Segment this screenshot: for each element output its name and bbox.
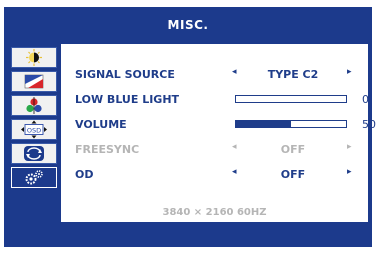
resolution-status: 3840 × 2160 60HZ xyxy=(162,207,267,218)
reset-icon xyxy=(24,146,44,161)
volume-row[interactable]: VOLUME 50 xyxy=(75,114,376,134)
category-sidebar: OSD xyxy=(7,44,61,222)
freesync-label: FREESYNC xyxy=(75,143,140,156)
volume-slider[interactable] xyxy=(235,120,347,128)
volume-value: 50 xyxy=(362,118,376,131)
menu-panel: OSD SIGNAL SOURCE ◂ TYPE C2 ▸ LOW BLUE L… xyxy=(7,44,376,222)
signal-source-label: SIGNAL SOURCE xyxy=(75,68,175,81)
low-blue-light-label: LOW BLUE LIGHT xyxy=(75,93,180,106)
osd-menu: MISC. OSD SIGNAL SOURCE ◂ TYPE C2 ▸ LOW … xyxy=(4,7,376,247)
low-blue-light-value: 0 xyxy=(362,93,369,106)
right-arrow-icon: ▸ xyxy=(347,142,352,152)
left-arrow-icon: ◂ xyxy=(232,142,237,152)
category-color[interactable] xyxy=(11,71,57,92)
volume-fill xyxy=(236,121,291,127)
volume-label: VOLUME xyxy=(75,118,127,131)
od-label: OD xyxy=(75,168,94,181)
right-arrow-icon[interactable]: ▸ xyxy=(347,167,352,177)
signal-source-value: TYPE C2 xyxy=(267,68,319,81)
left-arrow-icon[interactable]: ◂ xyxy=(232,167,237,177)
od-value: OFF xyxy=(280,168,306,181)
freesync-value: OFF xyxy=(280,143,306,156)
category-osd-setup[interactable]: OSD xyxy=(11,119,57,140)
od-row[interactable]: OD ◂ OFF ▸ xyxy=(75,164,365,184)
category-misc[interactable] xyxy=(11,167,57,188)
category-picture[interactable] xyxy=(11,95,57,116)
low-blue-light-slider[interactable] xyxy=(235,95,347,103)
category-brightness[interactable] xyxy=(11,47,57,68)
right-arrow-icon[interactable]: ▸ xyxy=(347,67,352,77)
picture-icon xyxy=(26,97,42,114)
osd-setup-icon: OSD xyxy=(21,120,47,139)
category-reset[interactable] xyxy=(11,143,57,164)
color-icon xyxy=(24,74,44,89)
brightness-icon xyxy=(26,49,42,66)
left-arrow-icon[interactable]: ◂ xyxy=(232,67,237,77)
signal-source-row[interactable]: SIGNAL SOURCE ◂ TYPE C2 ▸ xyxy=(75,64,365,84)
menu-title: MISC. xyxy=(167,17,209,32)
low-blue-light-row[interactable]: LOW BLUE LIGHT 0 xyxy=(75,89,369,109)
freesync-row: FREESYNC ◂ OFF ▸ xyxy=(75,139,365,159)
misc-settings-icon xyxy=(25,170,43,185)
svg-text:OSD: OSD xyxy=(27,126,41,134)
